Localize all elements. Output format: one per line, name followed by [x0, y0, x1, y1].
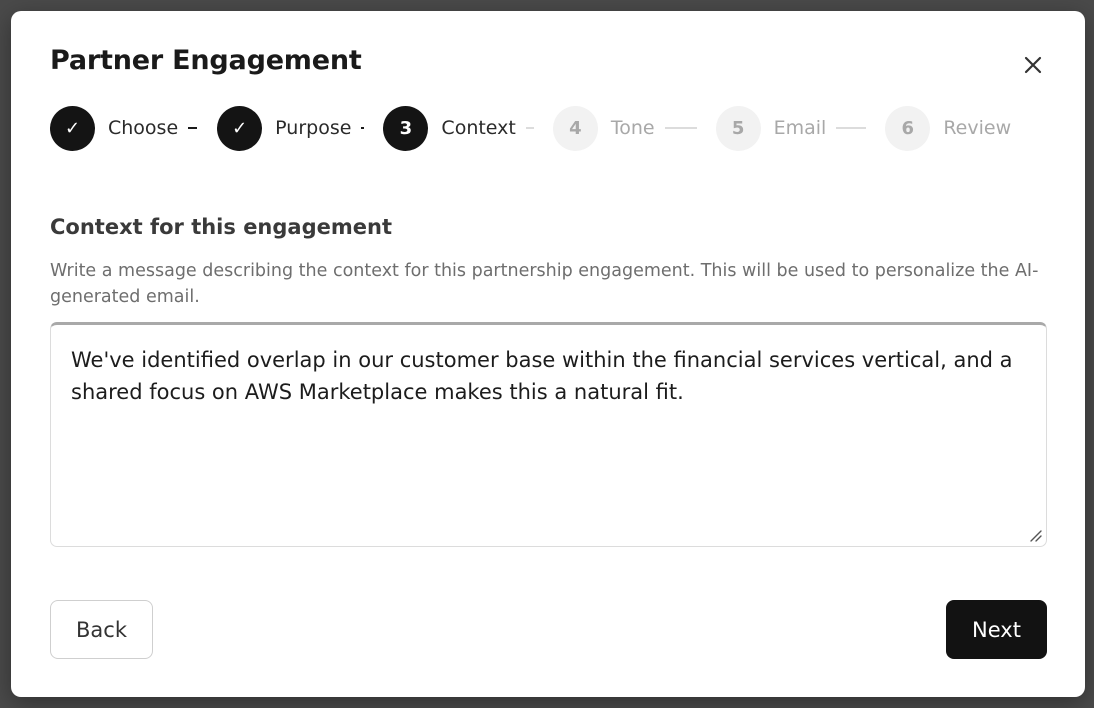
step-tone: 4 Tone	[552, 105, 655, 151]
partner-engagement-modal: Partner Engagement ✓ Choose ✓ Purpose 3 …	[11, 11, 1085, 697]
step-email: 5 Email	[715, 105, 827, 151]
step-choose[interactable]: ✓ Choose	[50, 105, 179, 151]
step-number: 5	[715, 105, 761, 151]
next-button[interactable]: Next	[946, 600, 1047, 659]
step-label: Review	[943, 117, 1012, 139]
step-label: Choose	[108, 117, 179, 139]
step-number: 6	[885, 105, 931, 151]
modal-title: Partner Engagement	[50, 45, 362, 76]
step-label: Tone	[610, 117, 655, 139]
step-number: 4	[552, 105, 598, 151]
step-connector	[361, 127, 365, 129]
check-icon: ✓	[217, 105, 263, 151]
section-title: Context for this engagement	[50, 215, 392, 239]
stepper: ✓ Choose ✓ Purpose 3 Context 4 Tone 5 Em…	[50, 105, 1011, 151]
step-context[interactable]: 3 Context	[383, 105, 516, 151]
step-label: Purpose	[275, 117, 352, 139]
step-purpose[interactable]: ✓ Purpose	[217, 105, 352, 151]
context-textarea-value: We've identified overlap in our customer…	[71, 348, 1013, 404]
step-number: 3	[383, 105, 429, 151]
step-review: 6 Review	[885, 105, 1012, 151]
step-label: Context	[441, 117, 516, 139]
check-icon: ✓	[50, 105, 95, 151]
step-connector	[525, 127, 534, 129]
step-label: Email	[773, 117, 827, 139]
step-connector	[664, 127, 697, 129]
step-connector	[836, 127, 867, 129]
resize-handle-icon[interactable]	[1027, 527, 1043, 543]
close-icon	[1024, 56, 1042, 74]
back-button[interactable]: Back	[50, 600, 153, 659]
close-button[interactable]	[1017, 49, 1049, 81]
step-connector	[188, 127, 198, 129]
context-textarea[interactable]: We've identified overlap in our customer…	[50, 322, 1047, 547]
section-description: Write a message describing the context f…	[50, 261, 1039, 307]
